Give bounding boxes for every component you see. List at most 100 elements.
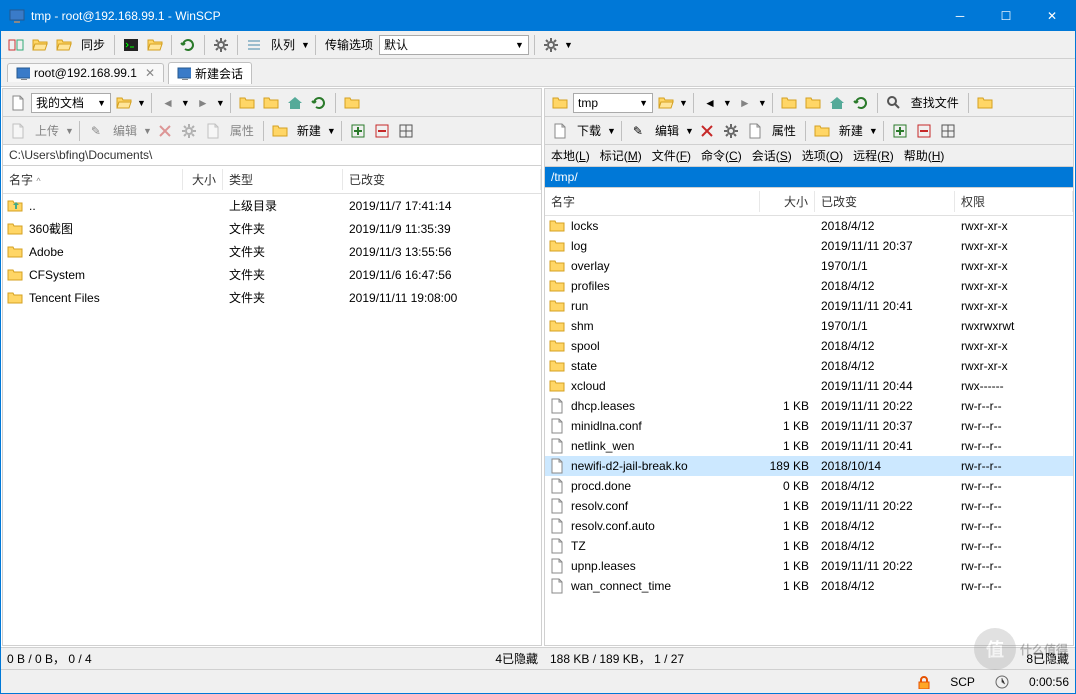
- table-row[interactable]: spool 2018/4/12 rwxr-xr-x: [545, 336, 1073, 356]
- table-row[interactable]: dhcp.leases 1 KB 2019/11/11 20:22 rw-r--…: [545, 396, 1073, 416]
- table-row[interactable]: resolv.conf.auto 1 KB 2018/4/12 rw-r--r-…: [545, 516, 1073, 536]
- edit-button[interactable]: 编辑: [109, 122, 141, 139]
- table-row[interactable]: TZ 1 KB 2018/4/12 rw-r--r--: [545, 536, 1073, 556]
- col-name[interactable]: 名字 ^: [3, 169, 183, 190]
- minus-icon[interactable]: [913, 120, 935, 142]
- edit-button[interactable]: 编辑: [651, 122, 683, 139]
- col-changed[interactable]: 已改变: [815, 191, 955, 212]
- remote-file-list[interactable]: locks 2018/4/12 rwxr-xr-x log 2019/11/11…: [545, 216, 1073, 645]
- table-row[interactable]: upnp.leases 1 KB 2019/11/11 20:22 rw-r--…: [545, 556, 1073, 576]
- menu-cmd[interactable]: 命令(C): [701, 147, 742, 164]
- bookmark-icon[interactable]: [341, 92, 363, 114]
- edit-icon[interactable]: ✎: [627, 120, 649, 142]
- open-folder-icon[interactable]: [113, 92, 135, 114]
- delete-icon[interactable]: [696, 120, 718, 142]
- table-row[interactable]: state 2018/4/12 rwxr-xr-x: [545, 356, 1073, 376]
- col-size[interactable]: 大小: [183, 169, 223, 190]
- table-row[interactable]: .. 上级目录 2019/11/7 17:41:14: [3, 194, 541, 217]
- col-name[interactable]: 名字: [545, 191, 760, 212]
- toolbar-icon[interactable]: [540, 34, 562, 56]
- toolbar-icon[interactable]: [144, 34, 166, 56]
- refresh-icon[interactable]: [850, 92, 872, 114]
- remote-path[interactable]: /tmp/: [545, 167, 1073, 188]
- table-row[interactable]: Adobe 文件夹 2019/11/3 13:55:56: [3, 240, 541, 263]
- session-tab[interactable]: root@192.168.99.1 ✕: [7, 63, 164, 82]
- local-path[interactable]: C:\Users\bfing\Documents\: [3, 145, 541, 166]
- table-row[interactable]: xcloud 2019/11/11 20:44 rwx------: [545, 376, 1073, 396]
- back-icon[interactable]: ◄: [699, 92, 721, 114]
- edit-icon[interactable]: ✎: [85, 120, 107, 142]
- close-tab-icon[interactable]: ✕: [145, 66, 155, 80]
- folder-icon[interactable]: [549, 92, 571, 114]
- home-icon[interactable]: [826, 92, 848, 114]
- root-icon[interactable]: [260, 92, 282, 114]
- parent-icon[interactable]: [236, 92, 258, 114]
- table-row[interactable]: locks 2018/4/12 rwxr-xr-x: [545, 216, 1073, 236]
- col-size[interactable]: 大小: [760, 191, 815, 212]
- docs-icon[interactable]: [7, 92, 29, 114]
- root-icon[interactable]: [802, 92, 824, 114]
- new-button[interactable]: 新建: [835, 122, 867, 139]
- table-row[interactable]: overlay 1970/1/1 rwxr-xr-x: [545, 256, 1073, 276]
- new-session-tab[interactable]: 新建会话: [168, 62, 252, 84]
- parent-icon[interactable]: [778, 92, 800, 114]
- table-row[interactable]: log 2019/11/11 20:37 rwxr-xr-x: [545, 236, 1073, 256]
- home-icon[interactable]: [284, 92, 306, 114]
- find-button[interactable]: 查找文件: [907, 94, 963, 111]
- menu-session[interactable]: 会话(S): [752, 147, 792, 164]
- props-icon[interactable]: [720, 120, 742, 142]
- menu-help[interactable]: 帮助(H): [904, 147, 945, 164]
- table-row[interactable]: shm 1970/1/1 rwxrwxrwt: [545, 316, 1073, 336]
- local-bookmark-combo[interactable]: 我的文档▼: [31, 93, 111, 113]
- table-row[interactable]: profiles 2018/4/12 rwxr-xr-x: [545, 276, 1073, 296]
- table-row[interactable]: netlink_wen 1 KB 2019/11/11 20:41 rw-r--…: [545, 436, 1073, 456]
- table-row[interactable]: minidlna.conf 1 KB 2019/11/11 20:37 rw-r…: [545, 416, 1073, 436]
- grid-icon[interactable]: [937, 120, 959, 142]
- col-type[interactable]: 类型: [223, 169, 343, 190]
- table-row[interactable]: CFSystem 文件夹 2019/11/6 16:47:56: [3, 263, 541, 286]
- back-icon[interactable]: ◄: [157, 92, 179, 114]
- terminal-icon[interactable]: [120, 34, 142, 56]
- table-row[interactable]: run 2019/11/11 20:41 rwxr-xr-x: [545, 296, 1073, 316]
- plus-icon[interactable]: [889, 120, 911, 142]
- table-row[interactable]: resolv.conf 1 KB 2019/11/11 20:22 rw-r--…: [545, 496, 1073, 516]
- queue-icon[interactable]: [243, 34, 265, 56]
- toolbar-icon[interactable]: [29, 34, 51, 56]
- menu-remote[interactable]: 远程(R): [853, 147, 894, 164]
- col-perm[interactable]: 权限: [955, 191, 1073, 212]
- sync-browse-icon[interactable]: [177, 34, 199, 56]
- new-icon[interactable]: [811, 120, 833, 142]
- grid-icon[interactable]: [395, 120, 417, 142]
- close-button[interactable]: ✕: [1029, 1, 1075, 31]
- table-row[interactable]: Tencent Files 文件夹 2019/11/11 19:08:00: [3, 286, 541, 309]
- download-button[interactable]: 下载: [573, 122, 605, 139]
- menu-files[interactable]: 文件(F): [652, 147, 691, 164]
- local-file-list[interactable]: .. 上级目录 2019/11/7 17:41:14 360截图 文件夹 201…: [3, 194, 541, 645]
- props-icon2[interactable]: [744, 120, 766, 142]
- new-button[interactable]: 新建: [293, 122, 325, 139]
- minimize-button[interactable]: ─: [937, 1, 983, 31]
- menu-options[interactable]: 选项(O): [802, 147, 843, 164]
- open-folder-icon[interactable]: [655, 92, 677, 114]
- forward-icon[interactable]: ►: [192, 92, 214, 114]
- minus-icon[interactable]: [371, 120, 393, 142]
- find-icon[interactable]: [883, 92, 905, 114]
- queue-label[interactable]: 队列: [267, 36, 299, 53]
- maximize-button[interactable]: ☐: [983, 1, 1029, 31]
- upload-button[interactable]: 上传: [31, 122, 63, 139]
- sync-label[interactable]: 同步: [77, 36, 109, 53]
- props-button[interactable]: 属性: [226, 122, 258, 139]
- table-row[interactable]: wan_connect_time 1 KB 2018/4/12 rw-r--r-…: [545, 576, 1073, 596]
- props-icon2[interactable]: [202, 120, 224, 142]
- props-button[interactable]: 属性: [768, 122, 800, 139]
- refresh-icon[interactable]: [308, 92, 330, 114]
- remote-bookmark-combo[interactable]: tmp▼: [573, 93, 653, 113]
- col-changed[interactable]: 已改变: [343, 169, 541, 190]
- bookmark-icon[interactable]: [974, 92, 996, 114]
- gear-icon[interactable]: [210, 34, 232, 56]
- table-row[interactable]: 360截图 文件夹 2019/11/9 11:35:39: [3, 217, 541, 240]
- sync-panels-icon[interactable]: [5, 34, 27, 56]
- menu-local[interactable]: 本地(L): [551, 147, 590, 164]
- table-row[interactable]: procd.done 0 KB 2018/4/12 rw-r--r--: [545, 476, 1073, 496]
- upload-icon[interactable]: [7, 120, 29, 142]
